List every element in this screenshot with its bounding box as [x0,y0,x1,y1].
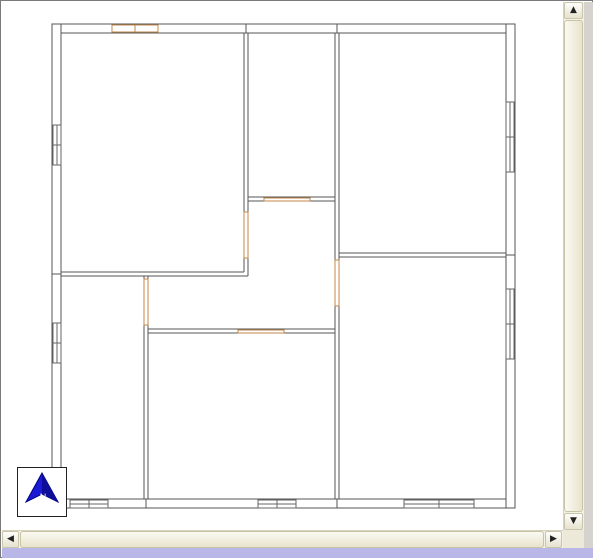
wall-inner-boundary [60,32,507,500]
door-h-329 [237,329,285,334]
floorplan-canvas[interactable]: N [2,2,563,530]
up-arrow-icon: ▲ [570,5,577,15]
door-hall-top [263,197,311,202]
wall-right [505,23,516,509]
vertical-scrollbar[interactable]: ▲ ▼ [563,2,584,530]
scroll-right-button[interactable]: ▶ [545,531,562,548]
inner-walls [52,24,515,508]
horizontal-scroll-thumb[interactable] [20,531,544,548]
scrollbar-corner [563,530,584,548]
vertical-scroll-thumb[interactable] [564,20,583,512]
floorplan-drawing [51,23,516,509]
scroll-left-button[interactable]: ◀ [2,531,19,548]
north-arrow: N [17,467,67,517]
door-v-335 [334,259,340,307]
wall-left [51,23,62,509]
outer-walls [51,23,516,509]
down-arrow-icon: ▼ [570,516,577,526]
window-bottom-edge [2,548,593,558]
windows [52,101,515,509]
doors [111,24,340,334]
left-arrow-icon: ◀ [7,534,14,544]
horizontal-scrollbar[interactable]: ◀ ▶ [2,530,563,548]
door-v-244 [243,211,249,259]
window-right-edge [584,2,593,548]
door-v-144 [143,278,149,326]
scroll-up-button[interactable]: ▲ [564,2,583,19]
drawing-viewport: N ▲ ▼ ◀ ▶ [0,0,593,558]
right-arrow-icon: ▶ [550,534,557,544]
north-label: N [39,492,47,502]
scroll-down-button[interactable]: ▼ [564,513,583,530]
